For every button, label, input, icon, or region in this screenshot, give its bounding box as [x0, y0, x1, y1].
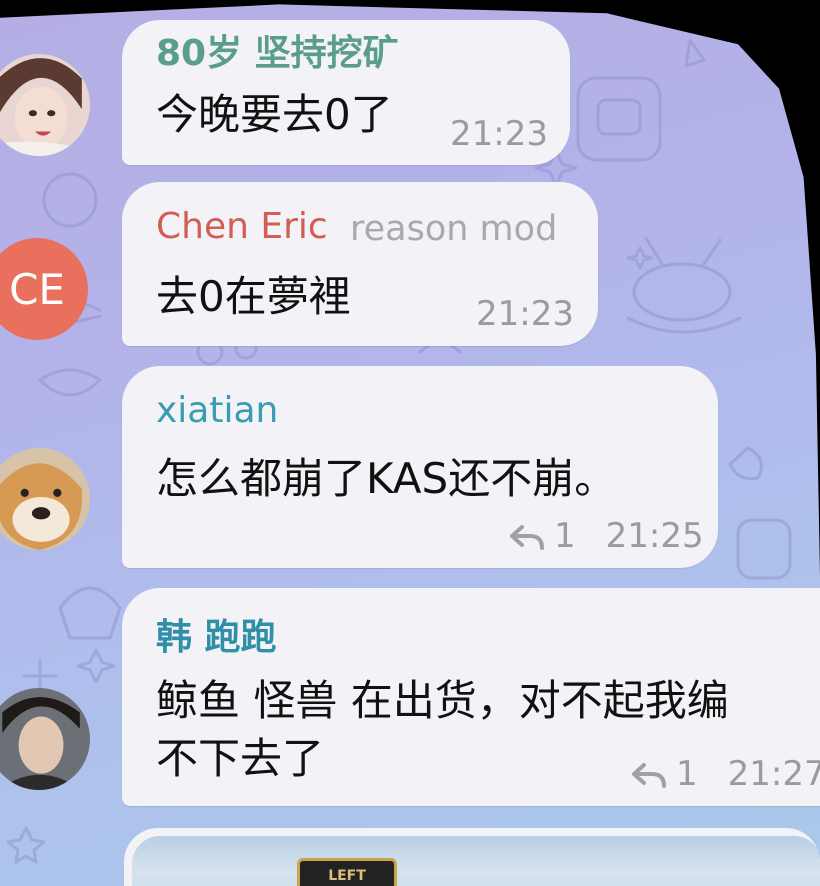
chat-screen: 80岁 坚持挖矿 今晚要去0了 21:23 CE Chen Eric reaso…: [0, 0, 820, 886]
message-text: 怎么都崩了KAS还不崩。: [156, 454, 617, 503]
reply-icon[interactable]: [506, 521, 546, 551]
media-image[interactable]: LEFT: [132, 836, 820, 886]
sender-name[interactable]: 80岁 坚持挖矿: [156, 24, 399, 76]
time-label: 21:25: [605, 516, 704, 556]
reply-count[interactable]: 1: [676, 754, 698, 794]
message-text-line-2: 不下去了: [156, 734, 325, 783]
reply-count[interactable]: 1: [554, 516, 576, 556]
message-time: 21:23: [450, 114, 548, 154]
time-label: 21:23: [476, 294, 574, 334]
time-label: 21:27: [727, 754, 820, 794]
message-text: 今晚要去0了: [156, 90, 393, 139]
sender-name[interactable]: Chen Eric: [156, 206, 328, 247]
message-time: 21:23: [476, 294, 574, 334]
message-text-line-1: 鲸鱼 怪兽 在出货，对不起我编: [156, 676, 729, 725]
sender-name[interactable]: 韩 跑跑: [156, 608, 277, 660]
image-sign: LEFT: [297, 858, 397, 886]
reply-icon[interactable]: [628, 759, 668, 789]
media-message-card[interactable]: LEFT: [124, 828, 820, 886]
message-text: 去0在夢裡: [156, 272, 351, 321]
avatar-initials: CE: [9, 264, 65, 314]
time-label: 21:23: [450, 114, 548, 154]
message-meta: 1 21:25: [506, 516, 704, 556]
sender-role-badge: reason mod: [350, 209, 558, 249]
message-meta: 1 21:27: [628, 754, 820, 794]
sender-name[interactable]: xiatian: [156, 390, 278, 431]
